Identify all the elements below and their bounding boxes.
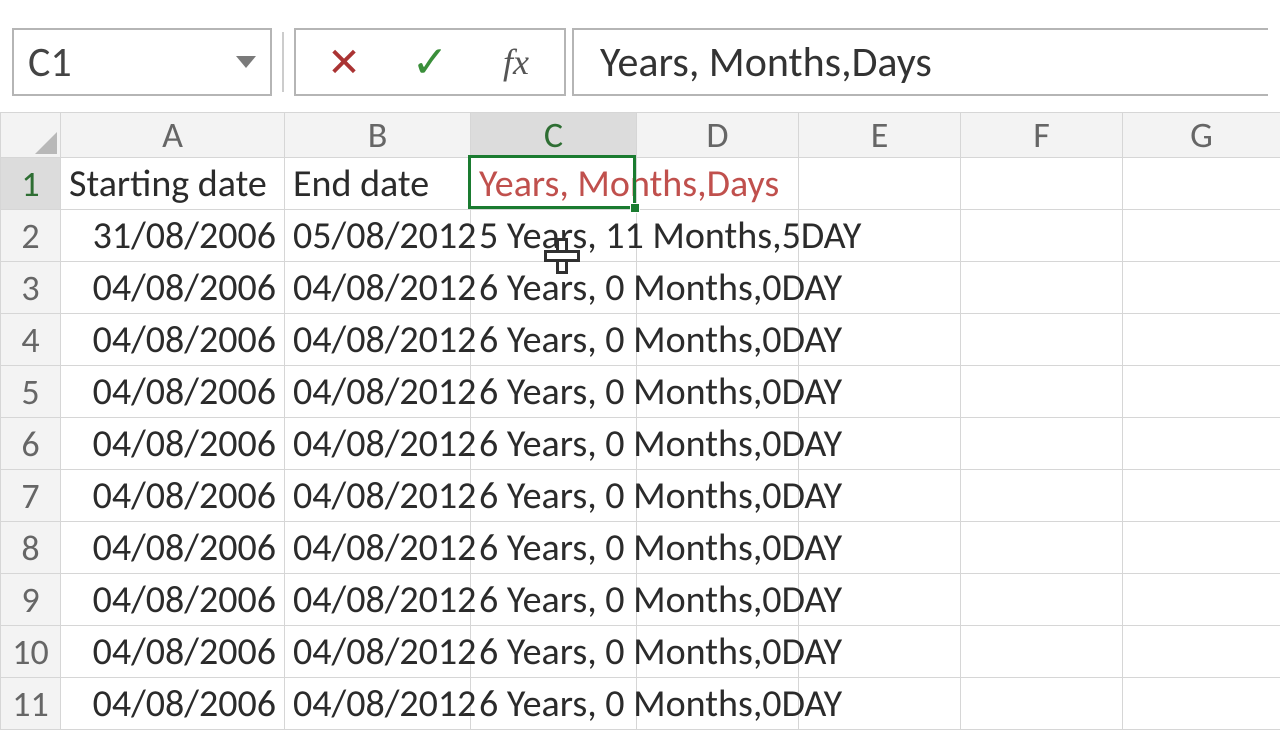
cell[interactable] — [799, 158, 961, 210]
row-header[interactable]: 6 — [1, 418, 61, 470]
cell[interactable]: Starting date — [61, 158, 285, 210]
select-all-corner[interactable] — [1, 113, 61, 158]
cell[interactable] — [1123, 262, 1280, 314]
row-header[interactable]: 1 — [1, 158, 61, 210]
cell[interactable]: 04/08/2012 — [285, 574, 471, 626]
cancel-formula-button[interactable]: ✕ — [304, 32, 384, 92]
cell[interactable] — [1123, 522, 1280, 574]
enter-formula-button[interactable]: ✓ — [390, 32, 470, 92]
cell[interactable]: 04/08/2006 — [61, 678, 285, 730]
cell[interactable]: 04/08/2006 — [61, 626, 285, 678]
cell[interactable] — [961, 626, 1123, 678]
cell[interactable]: 6 Years, 0 Months,0DAY — [471, 522, 637, 574]
column-header-C[interactable]: C — [471, 113, 637, 158]
cell[interactable] — [1123, 314, 1280, 366]
cell[interactable]: 04/08/2006 — [61, 262, 285, 314]
column-header-B[interactable]: B — [285, 113, 471, 158]
row-header[interactable]: 9 — [1, 574, 61, 626]
formula-text: Years, Months,Days — [600, 37, 932, 88]
check-icon: ✓ — [412, 35, 449, 89]
cell[interactable] — [1123, 678, 1280, 730]
cell[interactable] — [961, 574, 1123, 626]
divider — [282, 32, 284, 92]
row-header[interactable]: 4 — [1, 314, 61, 366]
row-header[interactable]: 5 — [1, 366, 61, 418]
cell[interactable]: 6 Years, 0 Months,0DAY — [471, 366, 637, 418]
cell[interactable]: 04/08/2012 — [285, 366, 471, 418]
cell[interactable] — [961, 210, 1123, 262]
cell[interactable] — [1123, 158, 1280, 210]
cell[interactable] — [1123, 470, 1280, 522]
cell[interactable]: 04/08/2006 — [61, 314, 285, 366]
cell[interactable]: 04/08/2006 — [61, 366, 285, 418]
cell[interactable]: 6 Years, 0 Months,0DAY — [471, 314, 637, 366]
cell[interactable]: 6 Years, 0 Months,0DAY — [471, 574, 637, 626]
cell[interactable]: End date — [285, 158, 471, 210]
cell[interactable] — [961, 158, 1123, 210]
cell[interactable]: 04/08/2006 — [61, 574, 285, 626]
row-header[interactable]: 10 — [1, 626, 61, 678]
cell[interactable]: 04/08/2012 — [285, 678, 471, 730]
cell[interactable] — [961, 522, 1123, 574]
fx-icon: fx — [503, 41, 529, 83]
cell[interactable]: 04/08/2012 — [285, 262, 471, 314]
cell-cursor-icon — [544, 238, 580, 274]
cell[interactable]: 6 Years, 0 Months,0DAY — [471, 626, 637, 678]
cell[interactable] — [1123, 626, 1280, 678]
cell[interactable]: Years, Months,Days — [471, 158, 637, 210]
cell[interactable]: 04/08/2012 — [285, 522, 471, 574]
formula-bar: C1 ✕ ✓ fx Years, Months,Days — [0, 0, 1280, 112]
x-icon: ✕ — [327, 38, 361, 87]
cell[interactable]: 6 Years, 0 Months,0DAY — [471, 470, 637, 522]
cell[interactable]: 6 Years, 0 Months,0DAY — [471, 678, 637, 730]
row-header[interactable]: 7 — [1, 470, 61, 522]
cell[interactable]: 04/08/2012 — [285, 418, 471, 470]
cell[interactable] — [961, 262, 1123, 314]
column-header-A[interactable]: A — [61, 113, 285, 158]
name-box[interactable]: C1 — [12, 28, 272, 96]
name-box-value: C1 — [28, 37, 72, 88]
cell[interactable]: 04/08/2012 — [285, 314, 471, 366]
cell[interactable] — [1123, 418, 1280, 470]
column-header-G[interactable]: G — [1123, 113, 1280, 158]
formula-input[interactable]: Years, Months,Days — [572, 28, 1268, 96]
row-header[interactable]: 11 — [1, 678, 61, 730]
cell[interactable] — [1123, 210, 1280, 262]
cell[interactable] — [961, 678, 1123, 730]
chevron-down-icon[interactable] — [236, 56, 256, 68]
cell[interactable] — [1123, 366, 1280, 418]
column-header-E[interactable]: E — [799, 113, 961, 158]
cell[interactable] — [1123, 574, 1280, 626]
cell[interactable]: 31/08/2006 — [61, 210, 285, 262]
row-header[interactable]: 8 — [1, 522, 61, 574]
fill-handle[interactable] — [630, 203, 640, 213]
cell[interactable]: 04/08/2006 — [61, 418, 285, 470]
formula-button-group: ✕ ✓ fx — [294, 28, 566, 96]
insert-function-button[interactable]: fx — [476, 32, 556, 92]
cell[interactable] — [961, 366, 1123, 418]
row-header[interactable]: 2 — [1, 210, 61, 262]
cell[interactable] — [961, 470, 1123, 522]
cell[interactable]: 04/08/2006 — [61, 522, 285, 574]
cell[interactable]: 04/08/2012 — [285, 470, 471, 522]
column-header-F[interactable]: F — [961, 113, 1123, 158]
cell[interactable]: 04/08/2006 — [61, 470, 285, 522]
row-header[interactable]: 3 — [1, 262, 61, 314]
cell[interactable]: 05/08/2012 — [285, 210, 471, 262]
cell[interactable] — [961, 418, 1123, 470]
spreadsheet-grid[interactable]: ABCDEFG 1Starting dateEnd dateYears, Mon… — [0, 112, 1280, 730]
cell[interactable] — [961, 314, 1123, 366]
column-header-D[interactable]: D — [637, 113, 799, 158]
cell[interactable]: 6 Years, 0 Months,0DAY — [471, 418, 637, 470]
cell[interactable]: 04/08/2012 — [285, 626, 471, 678]
